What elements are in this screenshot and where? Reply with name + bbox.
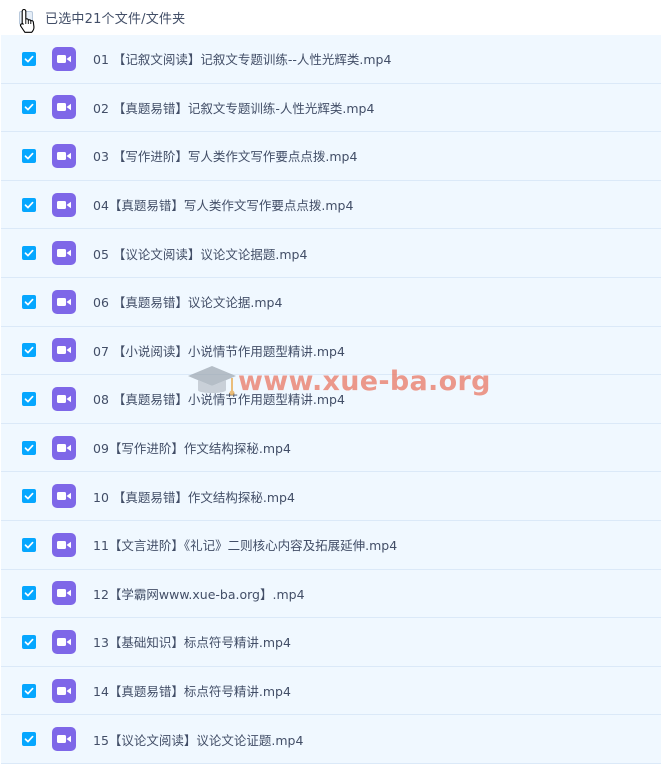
checkbox-checked-icon[interactable] [22, 732, 36, 747]
file-name[interactable]: 06 【真题易错】议论文论据.mp4 [93, 292, 282, 311]
file-row[interactable]: 11【文言进阶】《礼记》二则核心内容及拓展延伸.mp4 [1, 520, 661, 570]
file-row[interactable]: 01 【记叙文阅读】记叙文专题训练--人性光辉类.mp4 [1, 35, 661, 84]
video-file-icon [52, 629, 76, 654]
file-row[interactable]: 04【真题易错】写人类作文写作要点点拨.mp4 [1, 180, 661, 230]
video-file-icon [52, 532, 76, 557]
video-file-icon [52, 241, 76, 266]
video-file-icon [52, 386, 76, 411]
video-file-icon [52, 95, 76, 120]
selection-header: 已选中21个文件/文件夹 [0, 0, 662, 35]
file-row[interactable]: 12【学霸网www.xue-ba.org】.mp4 [1, 569, 661, 619]
file-row[interactable]: 08 【真题易错】小说情节作用题型精讲.mp4 [1, 375, 661, 424]
file-name[interactable]: 10 【真题易错】作文结构探秘.mp4 [93, 487, 295, 506]
video-file-icon [52, 143, 76, 168]
file-list: 01 【记叙文阅读】记叙文专题训练--人性光辉类.mp4 02 【真题易错】记叙文… [0, 35, 662, 764]
video-file-icon [52, 581, 76, 606]
file-name[interactable]: 02 【真题易错】记叙文专题训练-人性光辉类.mp4 [93, 98, 374, 117]
file-name[interactable]: 11【文言进阶】《礼记》二则核心内容及拓展延伸.mp4 [93, 535, 397, 554]
video-file-icon [52, 727, 76, 752]
file-name[interactable]: 01 【记叙文阅读】记叙文专题训练--人性光辉类.mp4 [93, 49, 391, 68]
file-row[interactable]: 07 【小说阅读】小说情节作用题型精讲.mp4 [1, 326, 661, 376]
file-row[interactable]: 10 【真题易错】作文结构探秘.mp4 [1, 472, 661, 521]
file-name[interactable]: 15【议论文阅读】议论文论证题.mp4 [93, 730, 303, 749]
file-name[interactable]: 14【真题易错】标点符号精讲.mp4 [93, 681, 291, 700]
checkbox-checked-icon[interactable] [22, 294, 36, 309]
file-row[interactable]: 13【基础知识】标点符号精讲.mp4 [1, 618, 661, 667]
video-file-icon [52, 678, 76, 703]
checkbox-checked-icon[interactable] [22, 246, 36, 261]
file-row[interactable]: 15【议论文阅读】议论文论证题.mp4 [1, 715, 661, 764]
selection-count-text: 已选中21个文件/文件夹 [45, 12, 186, 27]
checkbox-checked-icon[interactable] [22, 537, 36, 552]
file-row[interactable]: 06 【真题易错】议论文论据.mp4 [1, 277, 661, 327]
checkbox-checked-icon[interactable] [22, 391, 36, 406]
checkbox-checked-icon[interactable] [22, 197, 36, 212]
file-row[interactable]: 05 【议论文阅读】议论文论据题.mp4 [1, 229, 661, 278]
file-name[interactable]: 05 【议论文阅读】议论文论据题.mp4 [93, 244, 307, 263]
checkbox-checked-icon[interactable] [22, 148, 36, 163]
checkbox-checked-icon[interactable] [22, 683, 36, 698]
video-file-icon [52, 289, 76, 314]
file-row[interactable]: 02 【真题易错】记叙文专题训练-人性光辉类.mp4 [1, 83, 661, 133]
video-file-icon [52, 484, 76, 509]
file-name[interactable]: 09【写作进阶】作文结构探秘.mp4 [93, 438, 291, 457]
video-file-icon [52, 338, 76, 363]
checkbox-checked-icon[interactable] [22, 634, 36, 649]
checkbox-checked-icon[interactable] [22, 51, 36, 66]
file-name[interactable]: 03 【写作进阶】写人类作文写作要点点拨.mp4 [93, 146, 357, 165]
checkbox-checked-icon[interactable] [22, 440, 36, 455]
checkbox-checked-icon[interactable] [22, 489, 36, 504]
file-row[interactable]: 09【写作进阶】作文结构探秘.mp4 [1, 423, 661, 473]
file-name[interactable]: 12【学霸网www.xue-ba.org】.mp4 [93, 584, 305, 603]
file-row[interactable]: 03 【写作进阶】写人类作文写作要点点拨.mp4 [1, 132, 661, 181]
checkbox-checked-icon[interactable] [22, 100, 36, 115]
checkbox-checked-icon[interactable] [22, 343, 36, 358]
video-file-icon [52, 192, 76, 217]
video-file-icon [52, 435, 76, 460]
checkbox-checked-icon[interactable] [22, 586, 36, 601]
file-name[interactable]: 04【真题易错】写人类作文写作要点点拨.mp4 [93, 195, 353, 214]
file-name[interactable]: 07 【小说阅读】小说情节作用题型精讲.mp4 [93, 341, 345, 360]
file-row[interactable]: 14【真题易错】标点符号精讲.mp4 [1, 666, 661, 716]
hand-pointer-cursor-icon [20, 8, 35, 33]
file-name[interactable]: 08 【真题易错】小说情节作用题型精讲.mp4 [93, 389, 345, 408]
file-name[interactable]: 13【基础知识】标点符号精讲.mp4 [93, 632, 291, 651]
video-file-icon [52, 46, 76, 71]
